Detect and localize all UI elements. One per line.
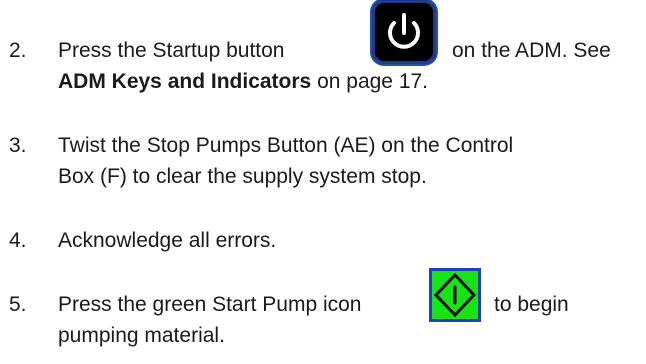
step-text: Acknowledge all errors. [58, 229, 277, 252]
reference-link: ADM Keys and Indicators [58, 70, 312, 93]
step-number: 3. [9, 134, 27, 157]
start-diamond-icon [433, 272, 477, 318]
startup-button-icon [372, 0, 436, 64]
step-text: Press the Startup button [58, 39, 285, 62]
step-text-line2: Box (F) to clear the supply system stop. [58, 165, 427, 188]
step-number: 2. [9, 39, 27, 62]
step-text-line2: pumping material. [58, 324, 225, 347]
power-icon [388, 13, 420, 49]
step-text: Press the green Start Pump icon [58, 293, 362, 316]
step-number: 4. [9, 229, 27, 252]
start-pump-icon [429, 268, 481, 322]
step-text-line2: ADM Keys and Indicators on page 17. [58, 69, 428, 94]
step-text: Twist the Stop Pumps Button (AE) on the … [58, 134, 514, 157]
step-text: to begin [494, 293, 569, 316]
step-number: 5. [9, 293, 27, 316]
page-reference: on page 17. [311, 70, 429, 93]
step-text: on the ADM. See [452, 39, 611, 62]
